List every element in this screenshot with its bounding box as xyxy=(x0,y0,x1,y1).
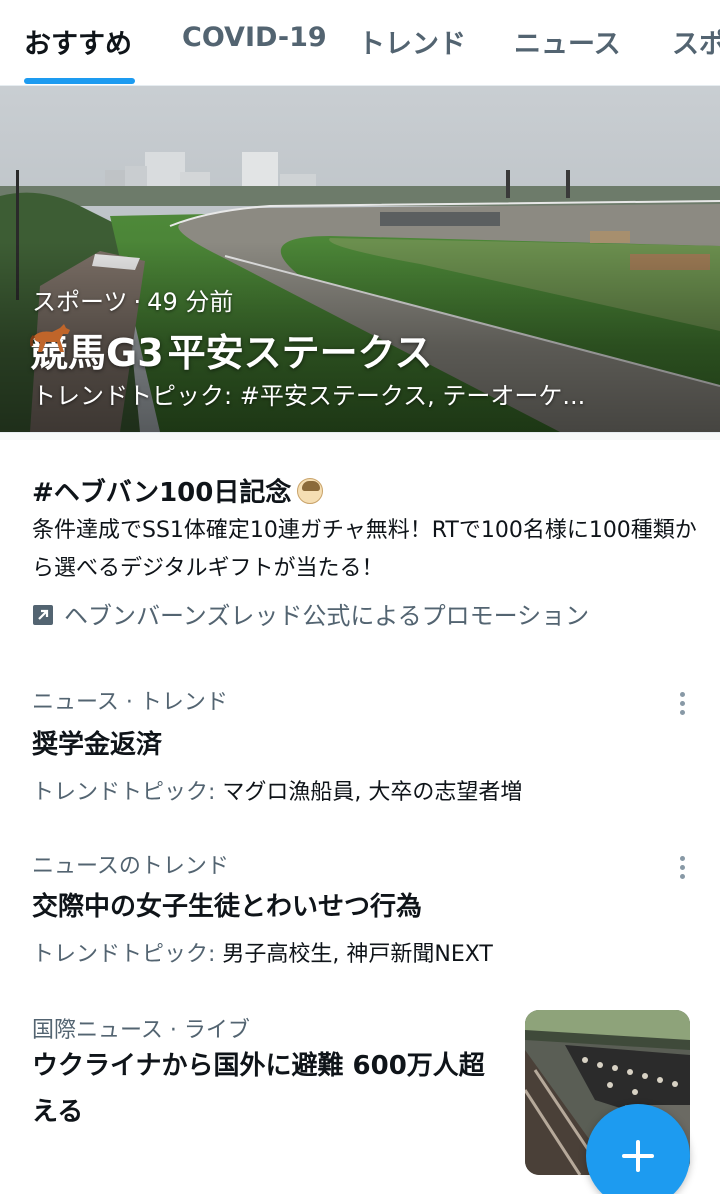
promo-hashtag: #ヘブバン100日記念 xyxy=(32,478,292,508)
more-options-icon[interactable] xyxy=(670,690,694,720)
meta-separator: · xyxy=(133,288,142,316)
news-category: 国際ニュース xyxy=(32,1018,163,1043)
meta-separator: · xyxy=(162,1018,184,1043)
trend-topics-label: トレンドトピック: xyxy=(32,780,223,805)
explore-tabs: おすすめ COVID-19 トレンド ニュース スポ xyxy=(0,0,720,86)
hero-subtitle: トレンドトピック: #平安ステークス, テーオーケ... xyxy=(32,382,586,410)
active-tab-indicator xyxy=(24,78,135,84)
promoted-trend[interactable]: #ヘブバン100日記念 条件達成でSS1体確定10連ガチャ無料！RTで100名様… xyxy=(0,440,720,650)
tab-recommended[interactable]: おすすめ xyxy=(24,22,132,61)
hero-trend-card[interactable]: スポーツ · 49 分前 競馬G3 平安ステークス トレンドトピック: #平安ステー… xyxy=(0,86,720,432)
news-meta: 国際ニュース · ライブ xyxy=(32,1012,250,1044)
trend-topics-values: 男子高校生, 神戸新聞NEXT xyxy=(222,942,493,967)
trend-meta: ニュース · トレンド xyxy=(32,690,228,715)
promoted-arrow-icon xyxy=(33,605,53,625)
trend-title: 奨学金返済 xyxy=(32,730,163,760)
news-status: ライブ xyxy=(183,1018,250,1043)
trend-topics: トレンドトピック: 男子高校生, 神戸新聞NEXT xyxy=(32,936,493,968)
hero-title: 競馬G3 平安ステークス xyxy=(30,322,433,377)
tab-trends[interactable]: トレンド xyxy=(358,22,466,61)
promo-description: 条件達成でSS1体確定10連ガチャ無料！RTで100名様に100種類から選べるデ… xyxy=(32,518,697,581)
hero-title-suffix: 平安ステークス xyxy=(167,331,433,375)
hero-time: 49 分前 xyxy=(147,288,234,316)
trend-topics-values: マグロ漁船員, 大卒の志望者増 xyxy=(222,780,523,805)
promoted-by-label: ヘブンバーンズレッド公式によるプロモーション xyxy=(64,602,590,630)
news-title: ウクライナから国外に避難 600万人超える xyxy=(32,1051,485,1127)
trend-item[interactable]: ニュース · トレンド 奨学金返済 トレンドトピック: マグロ漁船員, 大卒の志… xyxy=(0,650,720,810)
tab-sports[interactable]: スポ xyxy=(672,22,720,61)
tab-news[interactable]: ニュース xyxy=(514,22,621,61)
trend-topics-label: トレンドトピック: xyxy=(32,942,223,967)
section-divider xyxy=(0,432,720,440)
hero-meta: スポーツ · 49 分前 xyxy=(32,282,233,317)
more-options-icon[interactable] xyxy=(670,854,694,884)
trend-title: 交際中の女子生徒とわいせつ行為 xyxy=(32,892,423,922)
promo-title: #ヘブバン100日記念 xyxy=(32,472,324,509)
trend-meta: ニュースのトレンド xyxy=(32,854,229,879)
tab-covid19[interactable]: COVID-19 xyxy=(182,22,327,53)
trend-item[interactable]: ニュースのトレンド 交際中の女子生徒とわいせつ行為 トレンドトピック: 男子高校… xyxy=(0,812,720,982)
hero-category: スポーツ xyxy=(32,288,128,316)
trend-topics: トレンドトピック: マグロ漁船員, 大卒の志望者増 xyxy=(32,774,522,806)
character-face-icon xyxy=(297,478,324,504)
promoted-by[interactable]: ヘブンバーンズレッド公式によるプロモーション xyxy=(32,596,589,631)
